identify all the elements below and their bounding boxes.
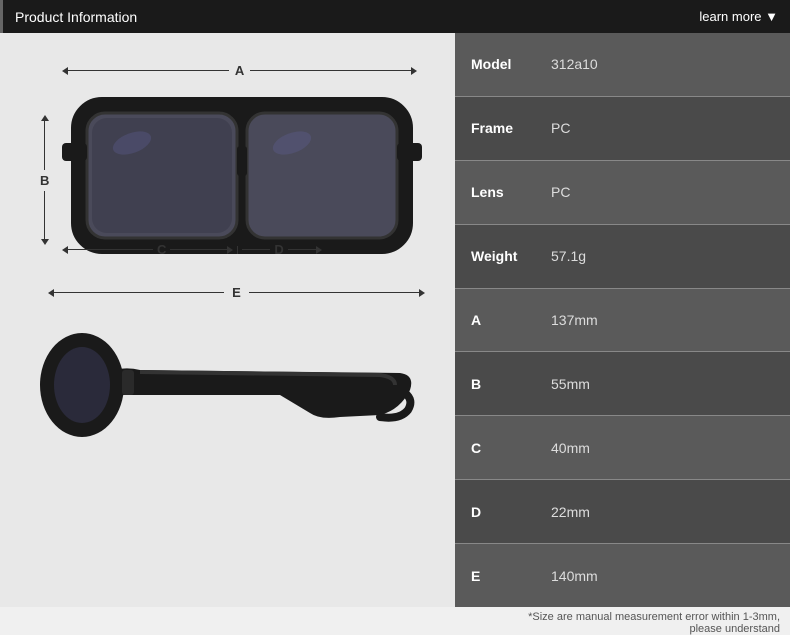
spec-row-a: A137mm: [455, 288, 790, 352]
spec-label-a: A: [455, 288, 535, 352]
arrow-d-right: [316, 246, 322, 254]
left-panel: A: [0, 33, 455, 607]
spec-value-b: 55mm: [535, 352, 790, 416]
spec-row-b: B55mm: [455, 352, 790, 416]
label-e: E: [232, 285, 241, 300]
spec-row-e: E140mm: [455, 544, 790, 607]
h-line-c2: [170, 249, 227, 250]
sunglasses-front-svg: [62, 78, 422, 268]
label-c: C: [157, 242, 166, 257]
v-line-b2: [44, 191, 45, 240]
arrow-down: [41, 239, 49, 245]
label-a: A: [235, 63, 244, 78]
label-d: D: [274, 242, 283, 257]
page-title: Product Information: [15, 9, 137, 25]
footnote: *Size are manual measurement error withi…: [455, 607, 790, 635]
spec-row-frame: FramePC: [455, 96, 790, 160]
spec-label-e: E: [455, 544, 535, 607]
dim-e-arrow: E: [48, 285, 425, 300]
right-panel: Model312a10FramePCLensPCWeight57.1gA137m…: [455, 33, 790, 607]
spec-value-a: 137mm: [535, 288, 790, 352]
spec-value-c: 40mm: [535, 416, 790, 480]
label-b: B: [40, 173, 49, 188]
spec-label-frame: Frame: [455, 96, 535, 160]
spec-label-c: C: [455, 416, 535, 480]
header: Product Information learn more ▼: [0, 0, 790, 33]
h-line-d2: [288, 249, 316, 250]
dim-cd-arrow: C D: [62, 242, 322, 257]
spec-label-lens: Lens: [455, 160, 535, 224]
sunglasses-side-svg: [40, 305, 420, 465]
dim-b-arrow: B: [40, 115, 49, 245]
spec-value-lens: PC: [535, 160, 790, 224]
arrow-c-right: [227, 246, 233, 254]
spec-row-c: C40mm: [455, 416, 790, 480]
spec-value-model: 312a10: [535, 33, 790, 96]
spec-label-model: Model: [455, 33, 535, 96]
arrow-right: [411, 67, 417, 75]
spec-value-weight: 57.1g: [535, 224, 790, 288]
specs-table: Model312a10FramePCLensPCWeight57.1gA137m…: [455, 33, 790, 607]
spec-label-d: D: [455, 480, 535, 544]
front-view-container: A: [20, 53, 435, 263]
side-view-container: E: [20, 273, 435, 463]
spec-row-model: Model312a10: [455, 33, 790, 96]
spec-row-lens: LensPC: [455, 160, 790, 224]
spec-value-d: 22mm: [535, 480, 790, 544]
h-line-e: [54, 292, 224, 293]
spec-row-d: D22mm: [455, 480, 790, 544]
spec-value-frame: PC: [535, 96, 790, 160]
h-line-a2: [250, 70, 411, 71]
h-line-a: [68, 70, 229, 71]
d-tick: [237, 246, 238, 254]
spec-row-weight: Weight57.1g: [455, 224, 790, 288]
spec-label-b: B: [455, 352, 535, 416]
main-content: A: [0, 33, 790, 607]
dim-a-arrow: A: [62, 63, 417, 78]
v-line-b: [44, 121, 45, 170]
h-line-d: [242, 249, 270, 250]
h-line-c: [68, 249, 153, 250]
arrow-e-right: [419, 289, 425, 297]
spec-value-e: 140mm: [535, 544, 790, 607]
h-line-e2: [249, 292, 419, 293]
spec-label-weight: Weight: [455, 224, 535, 288]
learn-more-button[interactable]: learn more ▼: [699, 9, 778, 24]
